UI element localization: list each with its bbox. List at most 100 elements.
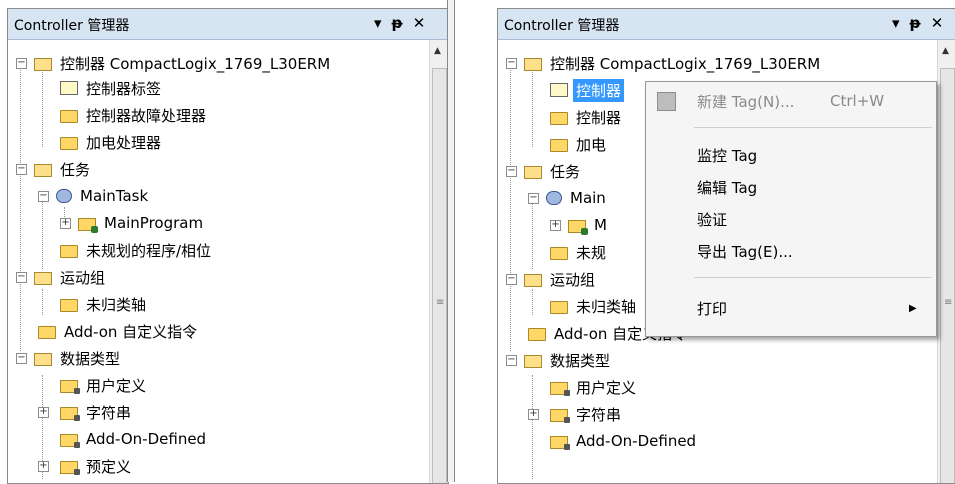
tree-item-label: 字符串 xyxy=(576,405,622,424)
folder-icon xyxy=(60,136,78,150)
collapse-icon[interactable]: − xyxy=(16,353,27,364)
folder-open-icon xyxy=(34,57,52,71)
collapse-icon[interactable]: − xyxy=(16,272,27,283)
menu-separator xyxy=(694,127,932,128)
datatype-icon xyxy=(60,460,80,475)
tree-item-unscheduled[interactable]: 未规 xyxy=(550,241,609,263)
grip-icon: ≡ xyxy=(436,297,445,308)
tree-item-label: 控制器标签 xyxy=(86,79,162,98)
tree-item-tasks[interactable]: − 任务 xyxy=(506,160,583,182)
tree-item-predefined[interactable]: + 预定义 xyxy=(38,455,134,477)
tree-item-controller[interactable]: − 控制器 CompactLogix_1769_L30ERM xyxy=(506,52,823,74)
splitter[interactable] xyxy=(447,0,455,482)
expand-icon[interactable]: + xyxy=(550,220,561,231)
scroll-thumb[interactable]: ≡ xyxy=(940,68,955,483)
folder-icon xyxy=(528,327,546,341)
collapse-icon[interactable]: − xyxy=(506,166,517,177)
pin-icon[interactable]: ᵽ xyxy=(392,14,403,32)
collapse-icon[interactable]: − xyxy=(528,193,539,204)
grip-icon: ≡ xyxy=(944,297,953,308)
tree-item-aoi[interactable]: Add-on 自定义指令 xyxy=(38,320,200,342)
panel-title: Controller 管理器 xyxy=(504,18,620,34)
tree-item-add-on-defined[interactable]: Add-On-Defined xyxy=(550,430,699,452)
menu-item-label: 打印 xyxy=(697,299,728,318)
menu-separator xyxy=(694,277,932,278)
tree-item-label: 用户定义 xyxy=(86,376,147,395)
tree-item-strings[interactable]: + 字符串 xyxy=(528,403,624,425)
tree-item-controller-tags[interactable]: 控制器 xyxy=(550,78,625,102)
tree-item-tasks[interactable]: − 任务 xyxy=(16,158,93,180)
folder-icon xyxy=(550,246,568,260)
folder-open-icon xyxy=(524,273,542,287)
scroll-thumb[interactable]: ≡ xyxy=(432,68,447,483)
menu-item-label: 验证 xyxy=(697,210,728,229)
tree-item-label: 控制器 xyxy=(573,78,625,102)
close-icon[interactable]: ✕ xyxy=(931,14,944,32)
expand-icon[interactable]: + xyxy=(38,461,49,472)
tree-item-maintask[interactable]: − Main xyxy=(528,187,609,209)
tree-item-label: MainTask xyxy=(80,187,149,205)
datatype-icon xyxy=(550,381,570,396)
tree-item-motion-groups[interactable]: − 运动组 xyxy=(16,266,108,288)
tree-item-mainprogram[interactable]: + MainProgram xyxy=(60,212,206,234)
tree-item-fault-handler[interactable]: 控制器故障处理器 xyxy=(60,104,209,126)
tree-item-data-types[interactable]: − 数据类型 xyxy=(506,349,613,371)
expand-icon[interactable]: + xyxy=(60,218,71,229)
menu-item-edit-tag[interactable]: 编辑 Tag xyxy=(646,172,936,202)
menu-item-verify[interactable]: 验证 xyxy=(646,204,936,234)
tree-item-controller[interactable]: − 控制器 CompactLogix_1769_L30ERM xyxy=(16,52,333,74)
menu-item-export-tag[interactable]: 导出 Tag(E)... xyxy=(646,236,936,266)
scroll-up-icon[interactable]: ▲ xyxy=(434,46,441,56)
collapse-icon[interactable]: − xyxy=(506,274,517,285)
tree-item-label: 用户定义 xyxy=(576,378,637,397)
pin-icon[interactable]: ᵽ xyxy=(910,14,921,32)
context-menu: 新建 Tag(N)... Ctrl+W 监控 Tag 编辑 Tag 验证 导出 … xyxy=(645,81,937,337)
tree-item-label: Main xyxy=(570,189,606,207)
tree-item-data-types[interactable]: − 数据类型 xyxy=(16,347,123,369)
menu-item-print[interactable]: 打印 ▶ xyxy=(646,293,936,323)
folder-open-icon xyxy=(34,352,52,366)
menu-item-label: 编辑 Tag xyxy=(697,178,758,197)
program-icon xyxy=(568,219,588,235)
collapse-icon[interactable]: − xyxy=(16,58,27,69)
tree-item-maintask[interactable]: − MainTask xyxy=(38,185,151,207)
menu-item-new-tag[interactable]: 新建 Tag(N)... Ctrl+W xyxy=(646,86,936,116)
expand-icon[interactable]: + xyxy=(528,409,539,420)
menu-item-monitor-tag[interactable]: 监控 Tag xyxy=(646,140,936,170)
task-icon xyxy=(56,189,72,203)
tree-item-powerup-handler[interactable]: 加电 xyxy=(550,133,609,155)
expand-icon[interactable]: + xyxy=(38,407,49,418)
collapse-icon[interactable]: − xyxy=(506,355,517,366)
tree-item-add-on-defined[interactable]: Add-On-Defined xyxy=(60,428,209,450)
tree-item-unscheduled[interactable]: 未规划的程序/相位 xyxy=(60,239,214,261)
tree-item-controller-tags[interactable]: 控制器标签 xyxy=(60,77,164,99)
panel-titlebar: Controller 管理器 ▾ ᵽ ✕ xyxy=(498,9,955,40)
folder-open-icon xyxy=(524,57,542,71)
folder-icon xyxy=(550,111,568,125)
dropdown-icon[interactable]: ▾ xyxy=(374,14,382,32)
tree-item-powerup-handler[interactable]: 加电处理器 xyxy=(60,131,164,153)
tree-item-label: 控制器故障处理器 xyxy=(86,106,207,125)
collapse-icon[interactable]: − xyxy=(16,164,27,175)
folder-open-icon xyxy=(524,165,542,179)
dropdown-icon[interactable]: ▾ xyxy=(892,14,900,32)
vertical-scrollbar[interactable]: ▲ ≡ xyxy=(429,40,448,483)
tree-item-strings[interactable]: + 字符串 xyxy=(38,401,134,423)
tree-item-user-defined[interactable]: 用户定义 xyxy=(550,376,639,398)
panel-title: Controller 管理器 xyxy=(14,18,130,34)
tree-item-fault-handler[interactable]: 控制器 xyxy=(550,106,624,128)
close-icon[interactable]: ✕ xyxy=(413,14,426,32)
tree-item-ungrouped-axes[interactable]: 未归类轴 xyxy=(60,293,149,315)
tree-item-label: 控制器 CompactLogix_1769_L30ERM xyxy=(60,54,331,73)
tree-item-ungrouped-axes[interactable]: 未归类轴 xyxy=(550,295,639,317)
collapse-icon[interactable]: − xyxy=(38,191,49,202)
scroll-up-icon[interactable]: ▲ xyxy=(942,46,949,56)
tree-item-mainprogram[interactable]: + M xyxy=(550,214,610,236)
menu-item-shortcut: Ctrl+W xyxy=(830,92,885,110)
new-tag-icon xyxy=(657,92,676,111)
tree-item-user-defined[interactable]: 用户定义 xyxy=(60,374,149,396)
tree-item-label: 预定义 xyxy=(86,457,132,476)
vertical-scrollbar[interactable]: ▲ ≡ xyxy=(937,40,955,483)
tree-item-motion-groups[interactable]: − 运动组 xyxy=(506,268,598,290)
collapse-icon[interactable]: − xyxy=(506,58,517,69)
